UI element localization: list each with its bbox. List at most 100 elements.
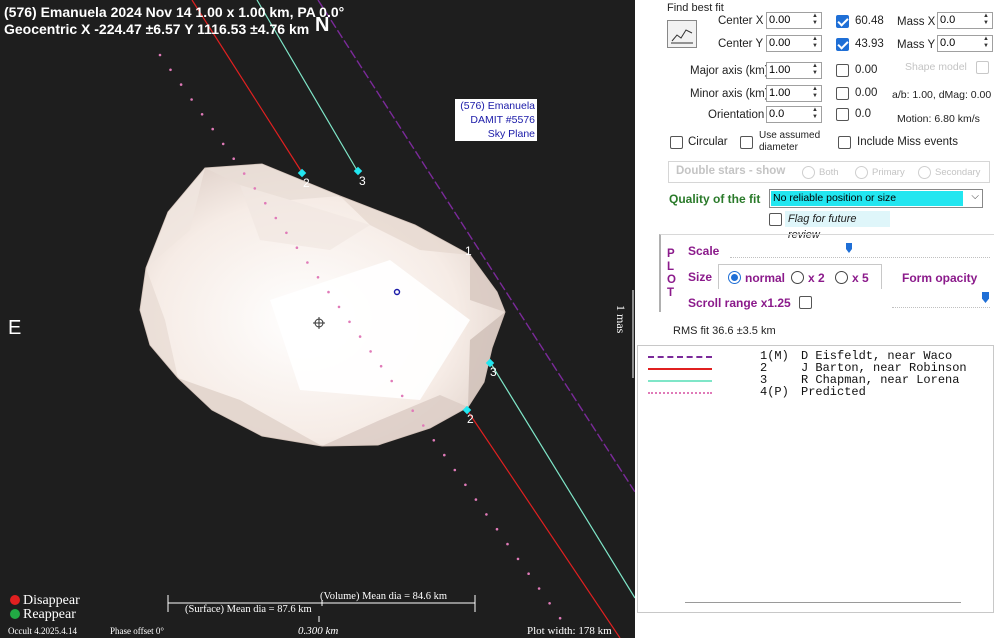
double-secondary-radio[interactable]: [918, 166, 931, 179]
quality-of-fit-select[interactable]: No reliable position or size ⌵: [769, 189, 983, 208]
predicted-path-dot: [179, 83, 183, 86]
size-x2-radio[interactable]: [791, 271, 804, 284]
quality-selected-value: No reliable position or size: [771, 191, 963, 206]
center-y-value: 0.00: [769, 37, 791, 49]
predicted-path-dot: [506, 542, 509, 546]
ab-dmag-text: a/b: 1.00, dMag: 0.00: [892, 89, 992, 101]
chord-2-line-bottom: [466, 409, 621, 638]
plot-canvas[interactable]: (576) Emanuela 2024 Nov 14 1.00 x 1.00 k…: [0, 0, 635, 638]
minor-axis-stepper[interactable]: 1.00 ▲ ▼: [766, 85, 822, 102]
double-primary-radio[interactable]: [855, 166, 868, 179]
circular-checkbox[interactable]: [670, 136, 683, 149]
major-axis-fit-checkbox[interactable]: [836, 64, 849, 77]
chord-3-top-label: 3: [359, 174, 366, 188]
orientation-label: Orientation: [708, 109, 765, 121]
observer-list[interactable]: 1(M) D Eisfeldt, near Waco 2 J Barton, near…: [637, 345, 994, 613]
shape-model-plane: Sky Plane: [487, 128, 535, 140]
use-assumed-line2: diameter: [759, 142, 798, 153]
observer-list-scrollbar[interactable]: [685, 602, 961, 603]
scale-label: Scale: [688, 244, 720, 258]
plot-letter-l: L: [667, 261, 675, 273]
center-y-fit-checkbox[interactable]: [836, 38, 849, 51]
center-y-label: Center Y: [718, 38, 764, 50]
center-y-stepper[interactable]: 0.00 ▲ ▼: [766, 35, 822, 52]
find-best-fit-button[interactable]: [667, 20, 697, 48]
predicted-path-dot: [453, 468, 457, 472]
predicted-path-dot: [443, 453, 446, 457]
predicted-path-dot: [232, 157, 235, 160]
stepper-arrows-icon[interactable]: ▲ ▼: [810, 36, 820, 51]
observer-number: 4(P): [760, 385, 789, 399]
rms-fit-text: RMS fit 36.6 ±3.5 km: [673, 325, 776, 337]
shape-model-checkbox[interactable]: [976, 61, 989, 74]
stepper-arrows-icon[interactable]: ▲ ▼: [810, 63, 820, 78]
predicted-path-dot: [411, 409, 415, 413]
predicted-path-dot: [327, 290, 330, 294]
observer-name: Predicted: [801, 385, 866, 399]
center-x-value: 0.00: [769, 14, 791, 26]
major-axis-value: 1.00: [769, 64, 791, 76]
volume-mean-dia: (Volume) Mean dia = 84.6 km: [320, 591, 448, 602]
mass-x-value: 0.0: [940, 14, 956, 26]
chord-2-bottom-label: 2: [467, 412, 474, 426]
stepper-arrows-icon[interactable]: ▲ ▼: [810, 86, 820, 101]
center-x-fit-value: 60.48: [855, 15, 884, 27]
size-x5-label: x 5: [852, 271, 869, 285]
stepper-arrows-icon[interactable]: ▲ ▼: [981, 13, 991, 28]
plot-width: Plot width: 178 km: [527, 625, 612, 637]
minor-axis-fit-value: 0.00: [855, 87, 878, 99]
reappear-legend: Reappear: [10, 607, 76, 623]
stepper-arrows-icon[interactable]: ▲ ▼: [981, 36, 991, 51]
orientation-fit-value: 0.0: [855, 108, 871, 120]
scale-length: 0.300 km: [298, 625, 339, 637]
center-x-stepper[interactable]: 0.00 ▲ ▼: [766, 12, 822, 29]
mass-y-stepper[interactable]: 0.0 ▲ ▼: [937, 35, 993, 52]
major-axis-fit-value: 0.00: [855, 64, 878, 76]
graph-icon: [671, 29, 693, 44]
use-assumed-diameter-label: Use assumed diameter: [759, 130, 820, 154]
stepper-arrows-icon[interactable]: ▲ ▼: [810, 13, 820, 28]
predicted-path-dot: [285, 231, 288, 235]
chord-3-bottom-label: 3: [490, 365, 497, 379]
mass-x-stepper[interactable]: 0.0 ▲ ▼: [937, 12, 993, 29]
stepper-arrows-icon[interactable]: ▲ ▼: [810, 107, 820, 122]
chevron-down-icon: ⌵: [971, 191, 979, 202]
size-x2-label: x 2: [808, 271, 825, 285]
observer-row[interactable]: 4(P) Predicted: [638, 386, 993, 398]
orientation-fit-checkbox[interactable]: [836, 108, 849, 121]
plot-letter-p: P: [667, 248, 675, 260]
motion-text: Motion: 6.80 km/s: [897, 113, 980, 125]
use-assumed-diameter-checkbox[interactable]: [740, 136, 753, 149]
scroll-range-checkbox[interactable]: [799, 296, 812, 309]
find-best-fit-label: Find best fit: [667, 2, 724, 14]
observer-line-swatch: [648, 392, 712, 394]
size-normal-radio[interactable]: [728, 271, 741, 284]
predicted-path-dot: [306, 261, 309, 264]
double-both-radio[interactable]: [802, 166, 815, 179]
predicted-path-dot: [516, 557, 520, 561]
major-axis-stepper[interactable]: 1.00 ▲ ▼: [766, 62, 822, 79]
shape-model-asteroid: (576) Emanuela: [460, 100, 535, 112]
circular-label: Circular: [688, 136, 728, 148]
predicted-path-dot: [316, 276, 320, 279]
predicted-path-dot: [558, 616, 562, 620]
plot-svg: [139, 0, 635, 638]
scale-slider-track[interactable]: [730, 257, 990, 258]
mass-x-label: Mass X: [897, 16, 936, 28]
include-miss-checkbox[interactable]: [838, 136, 851, 149]
center-x-fit-checkbox[interactable]: [836, 15, 849, 28]
reappear-dot: [10, 609, 20, 619]
predicted-path-dot: [537, 587, 541, 590]
chord-1-label: 1: [465, 244, 472, 258]
size-x5-radio[interactable]: [835, 271, 848, 284]
center-x-label: Center X: [718, 15, 764, 27]
double-primary-label: Primary: [872, 167, 905, 178]
reappear-label: Reappear: [23, 607, 76, 622]
plot-letter-o: O: [667, 274, 676, 286]
orientation-stepper[interactable]: 0.0 ▲ ▼: [766, 106, 822, 123]
predicted-path-dot: [169, 68, 172, 72]
form-opacity-slider-track[interactable]: [892, 307, 990, 308]
event-title: (576) Emanuela 2024 Nov 14 1.00 x 1.00 k…: [4, 4, 345, 20]
minor-axis-fit-checkbox[interactable]: [836, 87, 849, 100]
flag-review-checkbox[interactable]: [769, 213, 782, 226]
